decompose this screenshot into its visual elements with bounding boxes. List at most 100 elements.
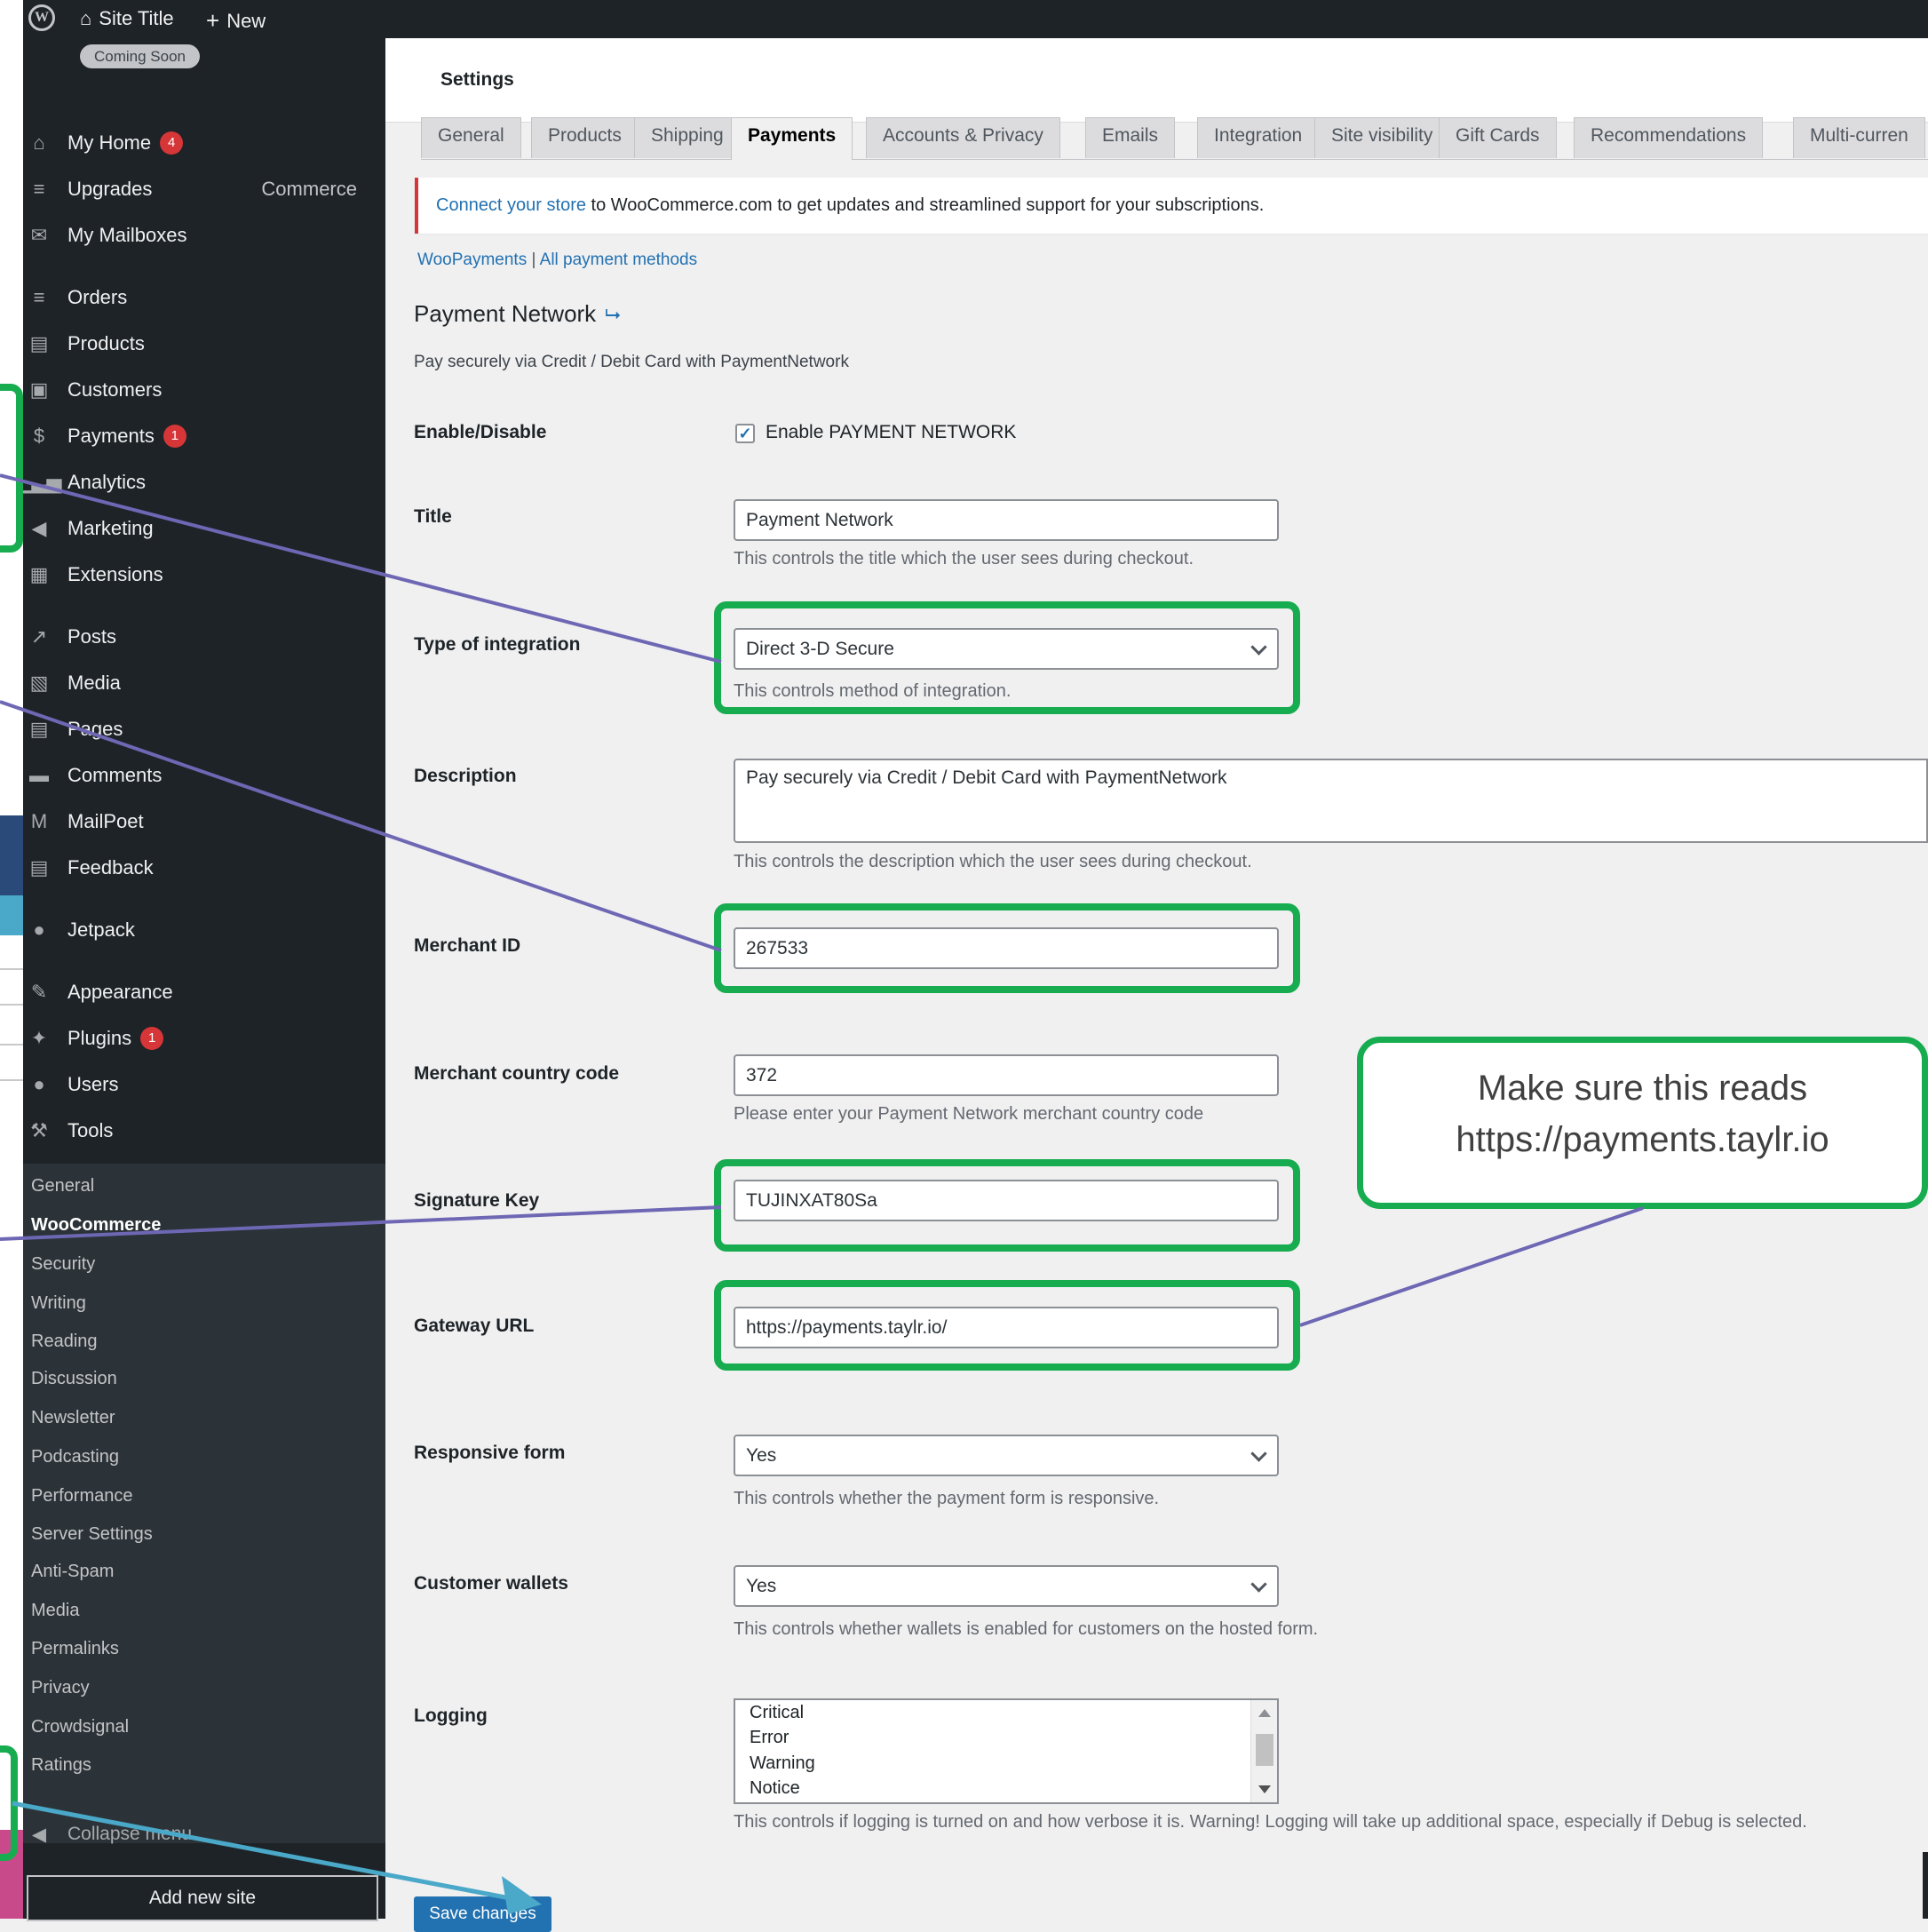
scrollbar-thumb[interactable] [1256, 1734, 1273, 1766]
new-label: New [226, 9, 266, 32]
country-code-label: Merchant country code [414, 1063, 620, 1084]
save-changes-button[interactable]: Save changes [414, 1896, 551, 1932]
enable-checkbox-label[interactable]: Enable PAYMENT NETWORK [766, 422, 1016, 443]
all-payment-methods-link[interactable]: All payment methods [540, 250, 697, 269]
collapse-menu-button[interactable]: ◀ Collapse menu [23, 1815, 385, 1854]
tab-site-visibility[interactable]: Site visibility [1314, 117, 1450, 158]
tab-products[interactable]: Products [531, 117, 639, 158]
submenu-item-anti-spam[interactable]: Anti-Spam [31, 1562, 114, 1582]
notice-text: to WooCommerce.com to get updates and st… [585, 195, 1265, 215]
customer-wallets-select[interactable]: Yes [734, 1565, 1279, 1607]
submenu-item-reading[interactable]: Reading [31, 1332, 98, 1352]
submenu-item-writing[interactable]: Writing [31, 1293, 86, 1314]
tabs-baseline [421, 159, 1928, 160]
merchant-id-highlight [714, 903, 1300, 993]
sidebar-item-upgrades[interactable]: ≡ Upgrades Commerce [23, 170, 385, 209]
sidebar-item-feedback[interactable]: ▤ Feedback [23, 848, 385, 887]
logging-option[interactable]: Warning [750, 1753, 815, 1774]
submenu-item-server-settings[interactable]: Server Settings [31, 1524, 153, 1545]
sidebar-item-marketing[interactable]: ◀ Marketing [23, 509, 385, 548]
sidebar-item-products[interactable]: ▤ Products [23, 324, 385, 363]
sidebar-item-users[interactable]: ● Users [23, 1065, 385, 1104]
tab-gift-cards[interactable]: Gift Cards [1439, 117, 1557, 158]
sidebar-item-my-mailboxes[interactable]: ✉ My Mailboxes [23, 216, 385, 255]
description-textarea[interactable]: Pay securely via Credit / Debit Card wit… [734, 759, 1928, 843]
logging-option[interactable]: Notice [750, 1778, 800, 1799]
mail-icon: ✉ [30, 224, 48, 246]
sidebar-item-media[interactable]: ▧ Media [23, 664, 385, 703]
sidebar-item-label: Analytics [67, 471, 147, 493]
submenu-item-discussion[interactable]: Discussion [31, 1369, 117, 1389]
new-content-link[interactable]: + New [206, 7, 266, 35]
enable-checkbox[interactable]: ✓ [735, 424, 755, 443]
submenu-item-media[interactable]: Media [31, 1601, 79, 1621]
site-title-link[interactable]: ⌂ Site Title [80, 7, 174, 30]
logging-listbox[interactable]: Critical Error Warning Notice [734, 1698, 1279, 1804]
submenu-item-ratings[interactable]: Ratings [31, 1755, 91, 1776]
sidebar-item-mailpoet[interactable]: M MailPoet [23, 802, 385, 841]
sidebar-item-label: Pages [67, 718, 123, 740]
submenu-item-woocommerce[interactable]: WooCommerce [31, 1215, 161, 1236]
sidebar-item-label: Payments [67, 425, 155, 447]
sidebar-item-jetpack[interactable]: ● Jetpack [23, 910, 385, 950]
sidebar-item-pages[interactable]: ▤ Pages [23, 710, 385, 749]
connect-store-link[interactable]: Connect your store [436, 195, 586, 215]
sidebar-item-label: Plugins [67, 1027, 132, 1049]
breadcrumb-separator: | [527, 250, 540, 269]
logging-label: Logging [414, 1705, 488, 1726]
customer-wallets-label: Customer wallets [414, 1573, 568, 1594]
tab-integration[interactable]: Integration [1197, 117, 1320, 158]
sidebar-item-comments[interactable]: ▬ Comments [23, 756, 385, 795]
scroll-up-arrow-icon[interactable] [1258, 1709, 1271, 1717]
sidebar-item-my-home[interactable]: ⌂ My Home 4 [23, 123, 385, 163]
sidebar-item-orders[interactable]: ≡ Orders [23, 278, 385, 317]
country-code-input[interactable]: 372 [734, 1054, 1279, 1096]
outer-highlight [0, 384, 23, 553]
scroll-down-arrow-icon[interactable] [1258, 1785, 1271, 1793]
sidebar-item-label: Posts [67, 625, 117, 648]
sidebar-item-posts[interactable]: ↗ Posts [23, 617, 385, 656]
jetpack-icon: ● [33, 918, 45, 941]
submenu-item-crowdsignal[interactable]: Crowdsignal [31, 1717, 129, 1737]
sidebar-item-extensions[interactable]: ▦ Extensions [23, 555, 385, 594]
submenu-item-performance[interactable]: Performance [31, 1486, 133, 1507]
add-new-site-button[interactable]: Add new site [27, 1875, 378, 1921]
sidebar-item-appearance[interactable]: ✎ Appearance [23, 973, 385, 1012]
sidebar-item-plugins[interactable]: ✦ Plugins 1 [23, 1019, 385, 1058]
outer-highlight [0, 1745, 18, 1861]
submenu-item-general[interactable]: General [31, 1176, 94, 1197]
sidebar-item-analytics[interactable]: ▁▃▅ Analytics [17, 463, 385, 502]
return-up-icon[interactable]: ⮡ [605, 303, 621, 326]
tab-shipping[interactable]: Shipping [634, 117, 741, 158]
section-title-text: Payment Network [414, 300, 597, 327]
customers-icon: ▣ [29, 378, 49, 401]
logging-option[interactable]: Critical [750, 1703, 804, 1723]
wordpress-logo[interactable]: W [28, 4, 55, 31]
title-input[interactable]: Payment Network [734, 499, 1279, 541]
submenu-item-security[interactable]: Security [31, 1254, 95, 1275]
sidebar-item-label: Users [67, 1073, 119, 1095]
submenu-item-newsletter[interactable]: Newsletter [31, 1408, 115, 1428]
woopayments-link[interactable]: WooPayments [417, 250, 527, 269]
tab-accounts-privacy[interactable]: Accounts & Privacy [866, 117, 1060, 158]
sidebar-item-tools[interactable]: ⚒ Tools [23, 1111, 385, 1150]
outer-window-strip [0, 0, 23, 1919]
tab-multi-curren[interactable]: Multi-curren [1793, 117, 1925, 158]
enable-label: Enable/Disable [414, 422, 547, 442]
submenu-item-privacy[interactable]: Privacy [31, 1678, 90, 1698]
submenu-item-podcasting[interactable]: Podcasting [31, 1447, 119, 1467]
tab-recommendations[interactable]: Recommendations [1574, 117, 1764, 158]
notification-badge: 1 [163, 425, 186, 448]
logging-option[interactable]: Error [750, 1728, 789, 1748]
submenu-item-permalinks[interactable]: Permalinks [31, 1639, 119, 1659]
logging-scrollbar[interactable] [1250, 1700, 1277, 1802]
sidebar-item-label: Customers [67, 378, 163, 401]
sidebar-item-payments[interactable]: $ Payments 1 [23, 417, 385, 456]
products-icon: ▤ [29, 332, 49, 354]
home-icon: ⌂ [33, 131, 45, 154]
sidebar-item-customers[interactable]: ▣ Customers [23, 370, 385, 409]
tab-general[interactable]: General [421, 117, 521, 158]
tab-payments[interactable]: Payments [731, 117, 853, 160]
tab-emails[interactable]: Emails [1085, 117, 1176, 158]
responsive-form-select[interactable]: Yes [734, 1435, 1279, 1476]
